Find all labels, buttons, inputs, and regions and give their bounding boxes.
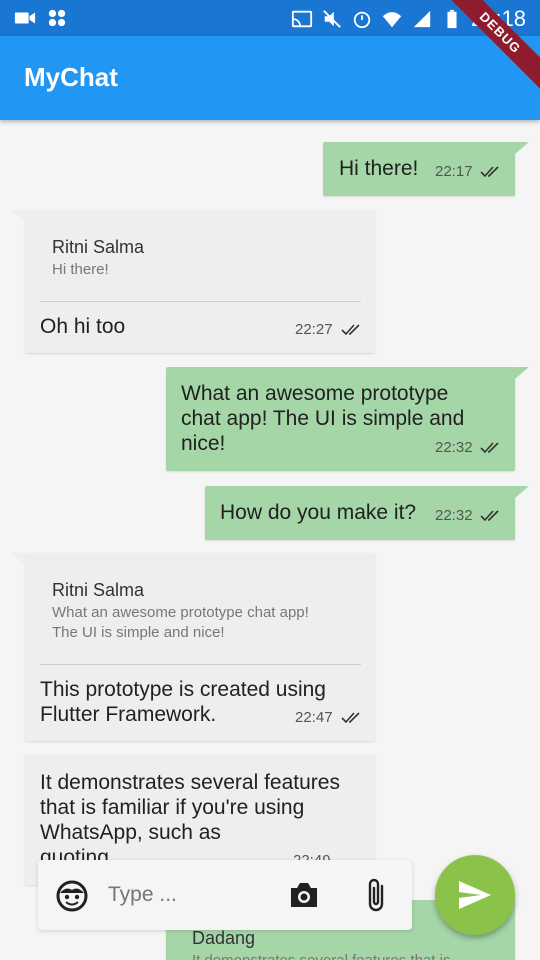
wifi-icon bbox=[382, 12, 402, 28]
message-text-line: Flutter Framework. bbox=[40, 703, 217, 726]
signal-icon bbox=[413, 10, 431, 28]
message-input[interactable] bbox=[108, 878, 268, 912]
send-button[interactable] bbox=[435, 855, 515, 935]
status-left-icons bbox=[14, 8, 68, 28]
message-text-line: This prototype is created using bbox=[40, 678, 326, 701]
message-text-line: chat app! The UI is simple and bbox=[181, 407, 465, 430]
quote-divider bbox=[40, 301, 361, 302]
message-text: Hi there! bbox=[339, 157, 419, 180]
battery-icon bbox=[447, 9, 457, 29]
message-time: 22:47 bbox=[295, 709, 333, 726]
camera-icon[interactable] bbox=[288, 880, 320, 910]
message-text-line: nice! bbox=[181, 432, 226, 455]
bubble-tail bbox=[11, 210, 25, 222]
alarm-icon bbox=[353, 11, 371, 29]
bubble-tail bbox=[11, 553, 25, 565]
quote-text: Hi there! bbox=[52, 261, 109, 278]
send-icon bbox=[459, 881, 491, 909]
video-camera-icon bbox=[14, 12, 36, 24]
message-bubble-incoming[interactable]: Ritni Salma Hi there! Oh hi too 22:27 bbox=[11, 210, 375, 353]
bubble-tail bbox=[515, 142, 529, 154]
message-time: 22:32 bbox=[435, 507, 473, 524]
quote-sender-name: Ritni Salma bbox=[52, 237, 145, 257]
bubble-tail bbox=[515, 367, 529, 379]
message-time: 22:27 bbox=[295, 321, 333, 338]
cast-icon bbox=[291, 10, 313, 28]
chat-area[interactable]: Hi there! 22:17 Ritni Salma Hi there! Oh… bbox=[0, 120, 540, 960]
app-title: MyChat bbox=[24, 62, 118, 92]
double-check-icon bbox=[341, 324, 360, 336]
mute-icon bbox=[323, 10, 341, 28]
message-time: 22:17 bbox=[435, 163, 473, 180]
double-check-icon bbox=[341, 712, 360, 724]
quote-text: It demonstrates several features that is bbox=[192, 951, 450, 960]
quote-sender-name: Dadang bbox=[192, 928, 256, 948]
quote-divider bbox=[40, 664, 361, 665]
message-input-bar bbox=[38, 860, 412, 930]
quote-sender-name: Ritni Salma bbox=[52, 580, 145, 600]
message-text-line: It demonstrates several features bbox=[40, 771, 340, 794]
attach-icon[interactable] bbox=[364, 876, 388, 914]
app-bar: MyChat bbox=[0, 36, 540, 120]
double-check-icon bbox=[480, 510, 499, 522]
emoji-icon[interactable] bbox=[56, 880, 88, 912]
message-bubble-outgoing[interactable]: Hi there! 22:17 bbox=[323, 142, 529, 196]
message-bubble-incoming[interactable]: Ritni Salma What an awesome prototype ch… bbox=[11, 553, 375, 741]
message-time: 22:32 bbox=[435, 439, 473, 456]
message-text-line: WhatsApp, such as bbox=[40, 821, 221, 844]
double-check-icon bbox=[480, 442, 499, 454]
message-text: How do you make it? bbox=[220, 501, 417, 524]
bubble-tail bbox=[515, 486, 529, 498]
quote-text-line: The UI is simple and nice! bbox=[52, 624, 225, 641]
message-text-line: What an awesome prototype bbox=[181, 382, 449, 405]
message-text-line: that is familiar if you're using bbox=[40, 796, 305, 819]
message-bubble-outgoing[interactable]: How do you make it? 22:32 bbox=[205, 486, 529, 540]
apps-icon bbox=[48, 9, 66, 27]
message-bubble-outgoing[interactable]: What an awesome prototype chat app! The … bbox=[166, 367, 529, 471]
message-text: Oh hi too bbox=[40, 315, 126, 338]
double-check-icon bbox=[480, 166, 499, 178]
quote-text-line: What an awesome prototype chat app! bbox=[52, 604, 309, 621]
